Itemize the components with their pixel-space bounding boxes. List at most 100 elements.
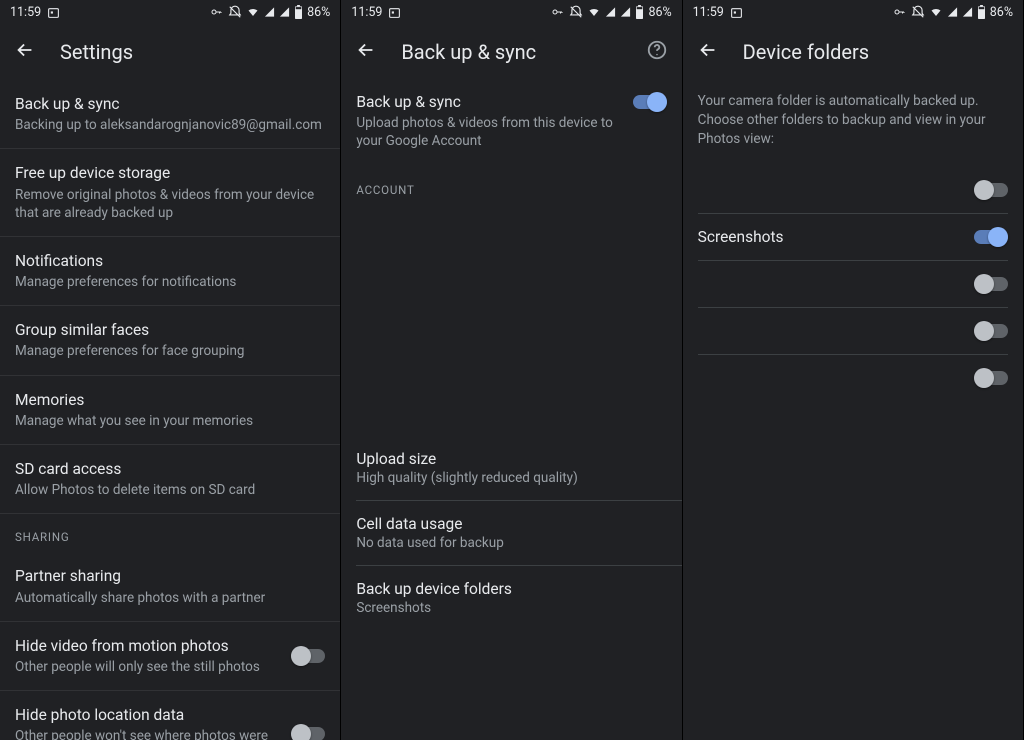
wifi-icon (587, 6, 601, 18)
vpn-key-icon (209, 6, 224, 18)
toggle-hide-video[interactable] (291, 646, 325, 666)
wifi-icon (929, 6, 943, 18)
item-title: Back up device folders (356, 580, 666, 598)
item-title: Back up & sync (356, 92, 620, 112)
item-sd-card[interactable]: SD card access Allow Photos to delete it… (0, 445, 340, 514)
sub-text: Other people won't see where photos were… (15, 728, 268, 740)
folder-row[interactable] (683, 308, 1023, 354)
app-bar: Device folders (683, 24, 1023, 80)
item-title: Free up device storage (15, 163, 325, 183)
item-sub: High quality (slightly reduced quality) (356, 470, 666, 486)
folder-toggle[interactable] (974, 368, 1008, 388)
dnd-icon (569, 5, 583, 19)
item-hide-location[interactable]: Hide photo location data Other people wo… (0, 691, 340, 740)
item-group-faces[interactable]: Group similar faces Manage preferences f… (0, 306, 340, 375)
status-time: 11:59 (693, 5, 724, 20)
item-sub: Screenshots (356, 600, 666, 616)
page-title: Back up & sync (401, 40, 536, 64)
battery-icon (294, 5, 303, 19)
description: Your camera folder is automatically back… (683, 80, 1023, 167)
folder-toggle[interactable] (974, 321, 1008, 341)
item-sub: Manage what you see in your memories (15, 412, 325, 430)
item-sub: Other people will only see the still pho… (15, 658, 281, 676)
folder-toggle[interactable] (974, 227, 1008, 247)
dnd-icon (228, 5, 242, 19)
status-time: 11:59 (351, 5, 382, 20)
item-memories[interactable]: Memories Manage what you see in your mem… (0, 376, 340, 445)
folder-row-screenshots[interactable]: Screenshots (683, 214, 1023, 260)
folder-label: Screenshots (698, 228, 784, 246)
signal-icon (605, 6, 616, 18)
today-icon (388, 6, 401, 19)
item-sub: Manage preferences for notifications (15, 273, 325, 291)
item-title: Upload size (356, 450, 666, 468)
item-cell-data[interactable]: Cell data usage No data used for backup (341, 501, 681, 565)
vpn-key-icon (892, 6, 907, 18)
signal-icon (947, 6, 958, 18)
item-sub: No data used for backup (356, 535, 666, 551)
folder-toggle[interactable] (974, 274, 1008, 294)
item-title: Hide photo location data (15, 705, 281, 725)
backup-sync-main[interactable]: Back up & sync Upload photos & videos fr… (341, 80, 681, 167)
item-sub: Upload photos & videos from this device … (356, 114, 620, 150)
item-title: Partner sharing (15, 566, 325, 586)
account-header: ACCOUNT (341, 167, 681, 205)
device-folders-screen: 11:59 86% Device folders Your camera fol… (683, 0, 1024, 740)
item-notifications[interactable]: Notifications Manage preferences for not… (0, 237, 340, 306)
sharing-header: SHARING (0, 514, 340, 552)
back-icon[interactable] (697, 39, 719, 65)
item-title: Back up & sync (15, 94, 325, 114)
signal-icon-2 (962, 6, 973, 18)
wifi-icon (246, 6, 260, 18)
today-icon (730, 6, 743, 19)
toggle-hide-location[interactable] (291, 724, 325, 740)
item-hide-video[interactable]: Hide video from motion photos Other peop… (0, 622, 340, 691)
back-icon[interactable] (14, 39, 36, 65)
page-title: Settings (60, 40, 133, 64)
status-time: 11:59 (10, 5, 41, 20)
item-sub: Allow Photos to delete items on SD card (15, 481, 325, 499)
item-upload-size[interactable]: Upload size High quality (slightly reduc… (341, 436, 681, 500)
battery-pct: 86% (307, 5, 330, 20)
backup-sync-screen: 11:59 86% Back up & sync Back up & sync … (341, 0, 682, 740)
toggle-backup-sync[interactable] (633, 92, 667, 112)
folder-row[interactable] (683, 261, 1023, 307)
page-title: Device folders (743, 40, 869, 64)
item-sub: Manage preferences for face grouping (15, 342, 325, 360)
battery-pct: 86% (648, 5, 671, 20)
item-title: Notifications (15, 251, 325, 271)
item-backup-sync[interactable]: Back up & sync Backing up to aleksandaro… (0, 80, 340, 149)
help-icon[interactable] (646, 39, 668, 65)
battery-pct: 86% (990, 5, 1013, 20)
folder-row[interactable] (683, 355, 1023, 401)
signal-icon-2 (279, 6, 290, 18)
item-title: Cell data usage (356, 515, 666, 533)
item-sub: Backing up to aleksandarognjanovic89@gma… (15, 116, 325, 134)
status-bar: 11:59 86% (683, 0, 1023, 24)
item-sub: Automatically share photos with a partne… (15, 589, 325, 607)
item-title: Hide video from motion photos (15, 636, 281, 656)
item-free-storage[interactable]: Free up device storage Remove original p… (0, 149, 340, 237)
settings-screen: 11:59 86% Settings Back up & sync Backin… (0, 0, 341, 740)
item-device-folders[interactable]: Back up device folders Screenshots (341, 566, 681, 630)
battery-icon (977, 5, 986, 19)
item-sub: Other people won't see where photos were… (15, 727, 281, 740)
app-bar: Back up & sync (341, 24, 681, 80)
item-title: SD card access (15, 459, 325, 479)
dnd-icon (911, 5, 925, 19)
status-bar: 11:59 86% (0, 0, 340, 24)
battery-icon (635, 5, 644, 19)
item-sub: Remove original photos & videos from you… (15, 186, 325, 222)
signal-icon-2 (620, 6, 631, 18)
vpn-key-icon (550, 6, 565, 18)
status-bar: 11:59 86% (341, 0, 681, 24)
app-bar: Settings (0, 24, 340, 80)
item-title: Memories (15, 390, 325, 410)
folder-toggle[interactable] (974, 180, 1008, 200)
signal-icon (264, 6, 275, 18)
today-icon (47, 6, 60, 19)
folder-row[interactable] (683, 167, 1023, 213)
item-partner-sharing[interactable]: Partner sharing Automatically share phot… (0, 552, 340, 621)
item-title: Group similar faces (15, 320, 325, 340)
back-icon[interactable] (355, 39, 377, 65)
